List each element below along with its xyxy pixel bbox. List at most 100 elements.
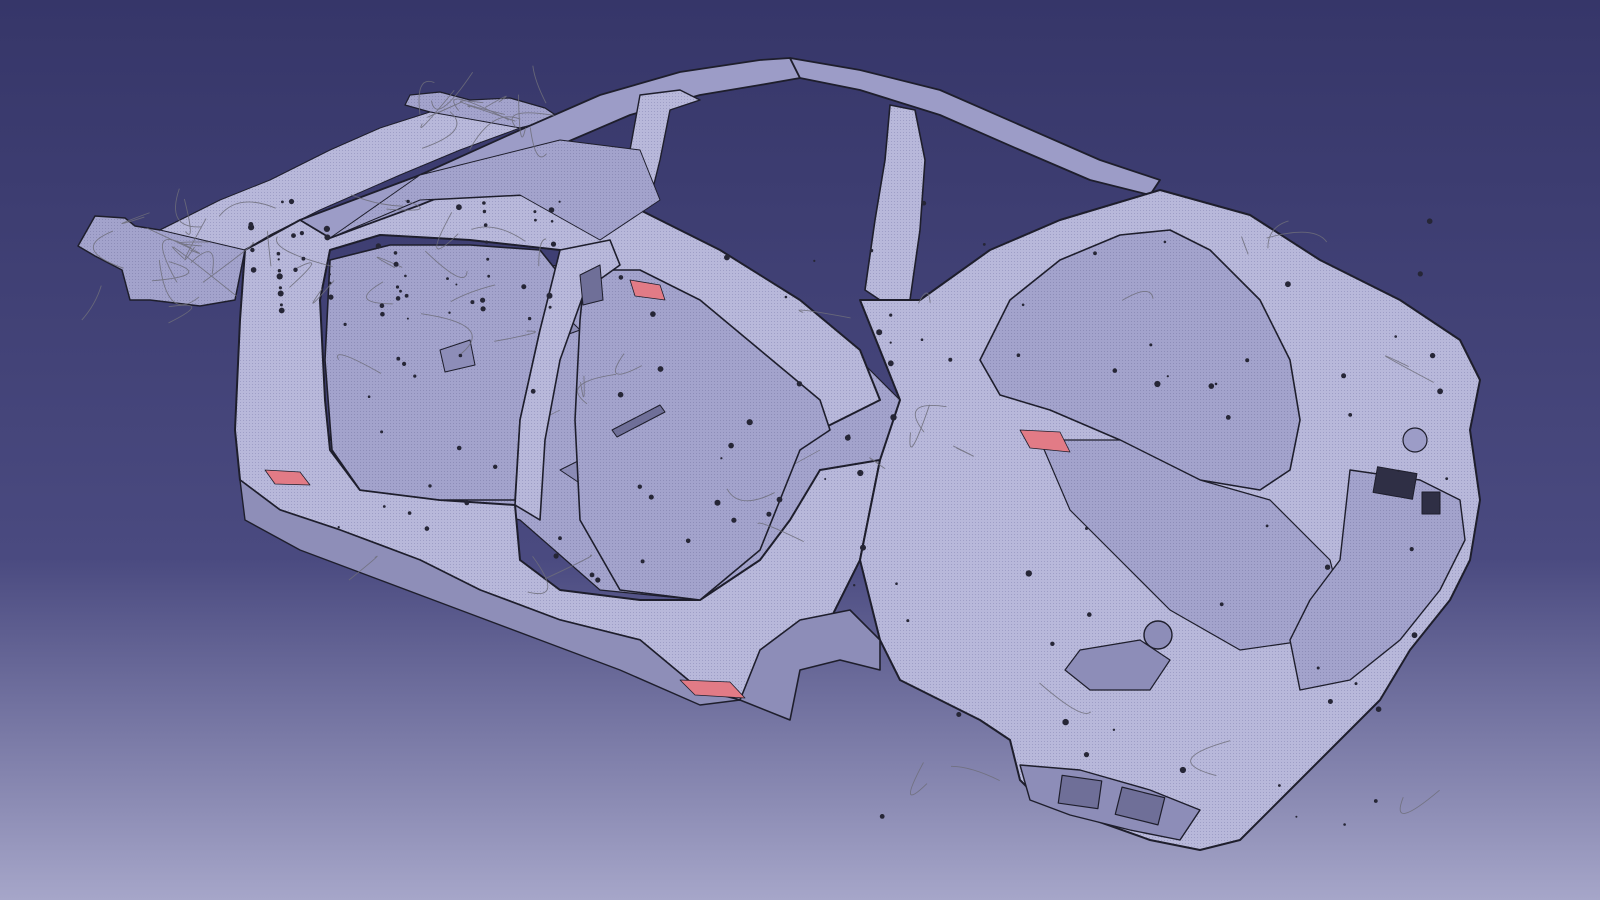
fastener-hole bbox=[288, 198, 295, 205]
fastener-hole bbox=[548, 207, 555, 213]
fastener-hole bbox=[276, 273, 283, 280]
fastener-hole bbox=[1327, 699, 1333, 704]
fastener-hole bbox=[1093, 251, 1097, 256]
fastener-hole bbox=[1050, 641, 1055, 646]
fastener-hole bbox=[1373, 799, 1378, 803]
fastener-hole bbox=[1087, 612, 1092, 617]
fastener-hole bbox=[406, 199, 410, 204]
fastener-hole bbox=[380, 311, 385, 317]
fastener-hole bbox=[1295, 815, 1298, 818]
fastener-hole bbox=[731, 517, 737, 523]
fastener-hole bbox=[1208, 383, 1215, 389]
fastener-hole bbox=[895, 582, 898, 585]
fastener-hole bbox=[277, 258, 280, 261]
fastener-hole bbox=[456, 204, 462, 211]
fastener-hole bbox=[720, 457, 723, 460]
fastener-hole bbox=[278, 307, 285, 314]
fastener-hole bbox=[879, 814, 885, 819]
fastener-hole bbox=[413, 374, 417, 378]
fastener-hole bbox=[277, 269, 282, 273]
fastener-hole bbox=[887, 360, 894, 367]
fastener-hole bbox=[458, 353, 463, 358]
fastener-hole bbox=[618, 275, 624, 280]
fastener-hole bbox=[395, 285, 400, 289]
fastener-hole bbox=[1025, 570, 1033, 577]
fastener-hole bbox=[278, 286, 282, 290]
fastener-hole bbox=[1417, 271, 1423, 277]
fastener-hole bbox=[650, 311, 656, 317]
fastener-hole bbox=[890, 414, 897, 421]
fastener-hole bbox=[380, 430, 384, 434]
fastener-hole bbox=[1445, 477, 1449, 480]
fastener-hole bbox=[493, 464, 498, 469]
fastener-hole bbox=[379, 303, 385, 309]
fastener-hole bbox=[1285, 281, 1291, 288]
fastener-hole bbox=[1179, 766, 1186, 774]
fastener-hole bbox=[395, 296, 401, 301]
fastener-hole bbox=[550, 241, 557, 247]
fastener-hole bbox=[1214, 382, 1218, 386]
fastener-hole bbox=[485, 240, 489, 244]
fastener-hole bbox=[399, 289, 402, 293]
fastener-hole bbox=[853, 584, 856, 587]
fastener-hole bbox=[550, 220, 554, 223]
fastener-hole bbox=[446, 277, 449, 280]
fastener-hole bbox=[521, 284, 527, 290]
fastener-hole bbox=[487, 274, 491, 278]
fastener-hole bbox=[424, 526, 430, 531]
fastener-hole bbox=[534, 218, 537, 222]
fastener-hole bbox=[367, 395, 371, 399]
fastener-hole bbox=[982, 243, 986, 246]
fastener-hole bbox=[530, 388, 536, 394]
fastener-hole bbox=[948, 357, 953, 362]
fastener-hole bbox=[328, 294, 334, 300]
fastener-hole bbox=[685, 538, 691, 544]
fastener-hole bbox=[921, 200, 927, 206]
fastener-hole bbox=[1112, 368, 1118, 373]
fastener-hole bbox=[776, 496, 783, 503]
fastener-hole bbox=[1324, 564, 1331, 570]
fastener-hole bbox=[299, 231, 304, 236]
fastener-hole bbox=[293, 267, 298, 272]
fastener-hole bbox=[1149, 343, 1153, 347]
fastener-hole bbox=[337, 526, 340, 529]
fastener-hole bbox=[1341, 373, 1347, 379]
fastener-hole bbox=[428, 484, 432, 488]
fastener-hole bbox=[553, 553, 559, 559]
fastener-hole bbox=[1348, 413, 1353, 417]
fastener-hole bbox=[796, 381, 803, 387]
fastener-hole bbox=[1394, 335, 1397, 338]
fastener-hole bbox=[375, 243, 382, 249]
fastener-hole bbox=[1411, 632, 1418, 639]
fastener-hole bbox=[328, 281, 332, 285]
fastener-hole bbox=[250, 267, 257, 273]
fastener-hole bbox=[281, 200, 284, 204]
fastener-hole bbox=[1426, 218, 1433, 224]
fastener-hole bbox=[1085, 527, 1088, 530]
fastener-hole bbox=[470, 300, 475, 305]
3d-viewport[interactable] bbox=[0, 0, 1600, 900]
fastener-hole bbox=[455, 283, 458, 286]
fastener-hole bbox=[728, 442, 734, 449]
fastener-hole bbox=[889, 341, 892, 344]
fastener-hole bbox=[724, 254, 730, 261]
fastener-hole bbox=[248, 224, 255, 231]
fastener-hole bbox=[1016, 353, 1021, 358]
fastener-hole bbox=[876, 329, 883, 336]
fastener-hole bbox=[589, 572, 595, 578]
fastener-hole bbox=[480, 297, 486, 303]
fastener-hole bbox=[869, 248, 874, 253]
fastener-hole bbox=[617, 391, 624, 398]
fastener-hole bbox=[1166, 375, 1169, 378]
fastener-hole bbox=[404, 274, 407, 278]
fastener-hole bbox=[546, 292, 553, 299]
fastener-hole bbox=[1397, 469, 1400, 472]
fastener-hole bbox=[343, 322, 347, 326]
fastener-hole bbox=[1245, 358, 1250, 363]
fastener-hole bbox=[1375, 706, 1382, 712]
fastener-hole bbox=[637, 484, 642, 489]
fastener-hole bbox=[857, 469, 864, 477]
fastener-hole bbox=[396, 356, 401, 361]
fastener-hole bbox=[1409, 547, 1414, 552]
fastener-hole bbox=[480, 306, 486, 312]
